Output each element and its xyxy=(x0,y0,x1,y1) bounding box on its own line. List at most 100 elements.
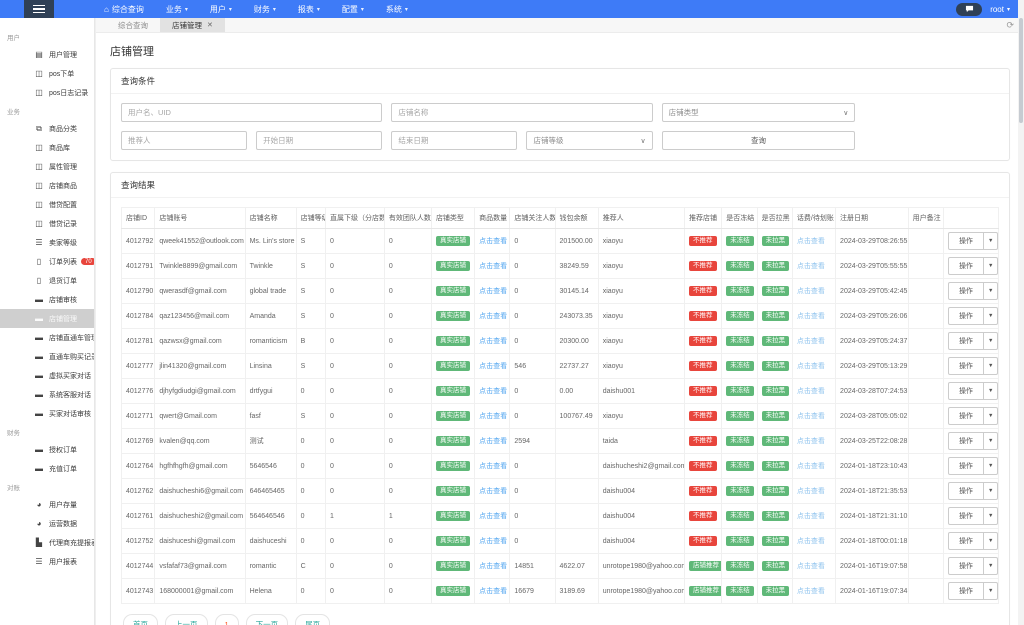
close-icon[interactable]: ✕ xyxy=(207,21,213,29)
action-button[interactable]: 操作 xyxy=(947,457,984,475)
user-menu[interactable]: root ▾ xyxy=(990,5,1010,14)
action-dropdown-button[interactable]: ▼ xyxy=(983,407,998,425)
action-dropdown-button[interactable]: ▼ xyxy=(983,382,998,400)
page-current-button[interactable]: 1 xyxy=(214,614,239,625)
hamburger-menu-icon[interactable] xyxy=(24,0,54,18)
goods-view-link[interactable]: 点击查看 xyxy=(479,513,507,520)
goods-view-link[interactable]: 点击查看 xyxy=(479,263,507,270)
username-uid-input[interactable] xyxy=(121,103,383,122)
fee-view-link[interactable]: 点击查看 xyxy=(797,588,825,595)
goods-view-link[interactable]: 点击查看 xyxy=(479,363,507,370)
tab-综合查询[interactable]: 综合查询 xyxy=(106,18,160,32)
sidebar-item[interactable]: ◕ 用户存量 xyxy=(0,495,94,514)
goods-view-link[interactable]: 点击查看 xyxy=(479,588,507,595)
fee-view-link[interactable]: 点击查看 xyxy=(797,363,825,370)
fee-view-link[interactable]: 点击查看 xyxy=(797,538,825,545)
action-dropdown-button[interactable]: ▼ xyxy=(983,282,998,300)
sidebar-item[interactable]: ◫ 商品库 xyxy=(0,138,94,157)
sidebar-item[interactable]: ▬ 直通车购买记录 xyxy=(0,347,94,366)
goods-view-link[interactable]: 点击查看 xyxy=(479,438,507,445)
action-button[interactable]: 操作 xyxy=(947,482,984,500)
page-nav-button[interactable]: 上一页 xyxy=(165,614,208,625)
sidebar-item[interactable]: ◫ 属性管理 xyxy=(0,157,94,176)
goods-view-link[interactable]: 点击查看 xyxy=(479,413,507,420)
fee-view-link[interactable]: 点击查看 xyxy=(797,238,825,245)
action-dropdown-button[interactable]: ▼ xyxy=(983,582,998,600)
action-button[interactable]: 操作 xyxy=(947,332,984,350)
sidebar-item[interactable]: ◫ pos下单 xyxy=(0,64,94,83)
goods-view-link[interactable]: 点击查看 xyxy=(479,238,507,245)
referrer-input[interactable] xyxy=(121,131,248,150)
action-button[interactable]: 操作 xyxy=(947,407,984,425)
goods-view-link[interactable]: 点击查看 xyxy=(479,388,507,395)
nav-item-0[interactable]: ⌂ 综合查询 xyxy=(104,4,144,15)
fee-view-link[interactable]: 点击查看 xyxy=(797,513,825,520)
refresh-icon[interactable]: ⟳ xyxy=(1006,20,1014,31)
nav-item-6[interactable]: 系统 ▾ xyxy=(386,4,408,15)
action-dropdown-button[interactable]: ▼ xyxy=(983,532,998,550)
action-dropdown-button[interactable]: ▼ xyxy=(983,357,998,375)
action-button[interactable]: 操作 xyxy=(947,257,984,275)
nav-item-5[interactable]: 配置 ▾ xyxy=(342,4,364,15)
fee-view-link[interactable]: 点击查看 xyxy=(797,388,825,395)
action-dropdown-button[interactable]: ▼ xyxy=(983,232,998,250)
sidebar-item[interactable]: ◫ 借贷配置 xyxy=(0,195,94,214)
sidebar-item[interactable]: ☰ 卖家等级 xyxy=(0,233,94,252)
end-date-input[interactable] xyxy=(391,131,518,150)
sidebar-item[interactable]: ▤ 用户管理 xyxy=(0,45,94,64)
goods-view-link[interactable]: 点击查看 xyxy=(479,338,507,345)
sidebar-item[interactable]: ▬ 授权订单 xyxy=(0,440,94,459)
shop-name-input[interactable] xyxy=(391,103,653,122)
nav-item-4[interactable]: 报表 ▾ xyxy=(298,4,320,15)
fee-view-link[interactable]: 点击查看 xyxy=(797,263,825,270)
action-dropdown-button[interactable]: ▼ xyxy=(983,257,998,275)
fee-view-link[interactable]: 点击查看 xyxy=(797,313,825,320)
action-dropdown-button[interactable]: ▼ xyxy=(983,557,998,575)
action-button[interactable]: 操作 xyxy=(947,432,984,450)
scrollbar-thumb[interactable] xyxy=(1019,18,1023,123)
sidebar-item[interactable]: ◫ 店铺商品 xyxy=(0,176,94,195)
search-button[interactable]: 查询 xyxy=(661,131,856,150)
sidebar-item[interactable]: ▬ 虚拟买家对话 xyxy=(0,366,94,385)
sidebar-item[interactable]: ▙ 代理商充提报表 xyxy=(0,533,94,552)
action-button[interactable]: 操作 xyxy=(947,282,984,300)
nav-item-3[interactable]: 财务 ▾ xyxy=(254,4,276,15)
page-nav-button[interactable]: 尾页 xyxy=(295,614,331,625)
sidebar-item[interactable]: ▬ 店铺直通车管理 xyxy=(0,328,94,347)
nav-item-1[interactable]: 业务 ▾ xyxy=(166,4,188,15)
sidebar-item[interactable]: ▯ 退货订单 xyxy=(0,271,94,290)
nav-item-2[interactable]: 用户 ▾ xyxy=(210,4,232,15)
action-button[interactable]: 操作 xyxy=(947,557,984,575)
action-button[interactable]: 操作 xyxy=(947,582,984,600)
fee-view-link[interactable]: 点击查看 xyxy=(797,288,825,295)
shop-level-select[interactable]: 店铺等级 ∨ xyxy=(526,131,653,150)
page-nav-button[interactable]: 首页 xyxy=(123,614,158,625)
action-button[interactable]: 操作 xyxy=(947,232,984,250)
sidebar-item[interactable]: ▬ 买家对话审核 xyxy=(0,404,94,423)
sidebar-item[interactable]: ◫ pos日志记录 xyxy=(0,83,94,102)
sidebar-item[interactable]: ☰ 用户报表 xyxy=(0,552,94,571)
sidebar-item[interactable]: ▬ 系统客服对话 xyxy=(0,385,94,404)
shop-type-select[interactable]: 店铺类型 ∨ xyxy=(661,103,856,122)
goods-view-link[interactable]: 点击查看 xyxy=(479,313,507,320)
action-dropdown-button[interactable]: ▼ xyxy=(983,432,998,450)
goods-view-link[interactable]: 点击查看 xyxy=(479,488,507,495)
sidebar-item[interactable]: ◫ 借贷记录 xyxy=(0,214,94,233)
action-dropdown-button[interactable]: ▼ xyxy=(983,457,998,475)
action-button[interactable]: 操作 xyxy=(947,382,984,400)
message-button[interactable] xyxy=(956,2,983,16)
fee-view-link[interactable]: 点击查看 xyxy=(797,413,825,420)
fee-view-link[interactable]: 点击查看 xyxy=(797,563,825,570)
sidebar-item[interactable]: ⧉ 商品分类 xyxy=(0,119,94,138)
page-scrollbar[interactable] xyxy=(1018,0,1024,625)
goods-view-link[interactable]: 点击查看 xyxy=(479,538,507,545)
action-button[interactable]: 操作 xyxy=(947,507,984,525)
start-date-input[interactable] xyxy=(256,131,383,150)
goods-view-link[interactable]: 点击查看 xyxy=(479,563,507,570)
goods-view-link[interactable]: 点击查看 xyxy=(479,463,507,470)
sidebar-item[interactable]: ▯ 订单列表 70 xyxy=(0,252,94,271)
action-dropdown-button[interactable]: ▼ xyxy=(983,307,998,325)
action-dropdown-button[interactable]: ▼ xyxy=(983,507,998,525)
page-nav-button[interactable]: 下一页 xyxy=(245,614,289,625)
sidebar-item[interactable]: ◕ 运营数据 xyxy=(0,514,94,533)
